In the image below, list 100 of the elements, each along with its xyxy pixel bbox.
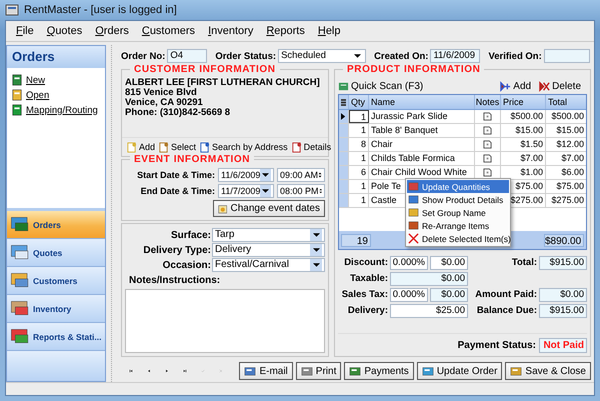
input-field[interactable]: $0.00	[430, 256, 468, 270]
column-header[interactable]: Price	[501, 95, 546, 109]
toolbar-button[interactable]: Add	[513, 80, 532, 92]
table-cell-text: $275.00	[550, 194, 585, 207]
action-button[interactable]: Save & Close	[505, 362, 591, 380]
table-cell-text: $15.00	[555, 124, 585, 137]
table-cell: 1	[349, 124, 369, 137]
input-field: $0.00	[430, 288, 468, 302]
toolbar-button[interactable]: Select	[171, 142, 196, 152]
context-menu-item[interactable]: Delete Selected Item(s)	[407, 232, 509, 245]
sidebar-overflow-button[interactable]	[7, 351, 105, 381]
dropdown-arrow-icon	[312, 263, 320, 267]
field-label: Order No:	[121, 50, 166, 62]
input-field[interactable]: 0.000%	[390, 288, 428, 302]
menu-item[interactable]: Quotes	[46, 25, 82, 37]
quantity-total: 19	[341, 234, 371, 246]
change-dates-button[interactable]: Change event dates	[213, 200, 325, 217]
input-field[interactable]: 11/6/2009	[430, 49, 480, 63]
customer-detail: Phone: (310)842-5669 8	[125, 108, 232, 118]
quick-scan-button[interactable]: Quick Scan (F3)	[351, 80, 424, 92]
payment-status-field: Not Paid	[539, 338, 587, 353]
input-field[interactable]: $25.00	[390, 304, 468, 318]
input-field[interactable]	[544, 49, 590, 63]
sidebar-nav-button[interactable]: Customers	[7, 267, 105, 295]
dropdown-arrow-icon	[262, 173, 270, 177]
grid-total: $890.00	[544, 234, 584, 246]
action-button[interactable]: Update Order	[416, 362, 502, 380]
field-label: Verified On:	[488, 50, 542, 62]
section-title: EVENT INFORMATION	[130, 154, 254, 165]
section-title: PRODUCT INFORMATION	[343, 64, 484, 75]
menu-item[interactable]: Help	[318, 25, 340, 37]
sidebar-action[interactable]: Open	[26, 90, 50, 100]
date-picker[interactable]: 11/6/2009	[218, 168, 274, 182]
sidebar-nav-button[interactable]: Orders	[7, 211, 105, 239]
sidebar-action[interactable]: Mapping/Routing	[26, 104, 98, 116]
context-menu-item[interactable]: Set Group Name	[407, 206, 509, 219]
customer-detail: 815 Venice Blvd	[125, 88, 198, 98]
app-icon	[5, 3, 19, 17]
note-icon[interactable]	[483, 140, 492, 149]
dropdown-field[interactable]: Tarp	[212, 228, 325, 242]
customer-detail: ALBERT LEE [FIRST LUTHERAN CHURCH]	[125, 78, 321, 88]
note-icon[interactable]	[483, 168, 492, 177]
field-label: Delivery Type:	[143, 244, 211, 256]
menu-item[interactable]: File	[16, 25, 34, 37]
delete-icon	[408, 233, 419, 244]
input-field: $915.00	[539, 256, 587, 270]
input-field: $0.00	[539, 288, 587, 302]
row-indicator[interactable]	[339, 110, 349, 123]
menu-item[interactable]: Orders	[95, 25, 129, 37]
toolbar-button[interactable]: Delete	[552, 80, 581, 92]
inventory-icon	[9, 299, 31, 318]
table-cell-text: $12.00	[555, 138, 585, 151]
customers-icon	[9, 271, 31, 290]
table-cell: Jurassic Park Slide	[369, 110, 475, 123]
table-cell: 1	[349, 194, 369, 207]
column-header[interactable]: Total	[546, 95, 586, 109]
action-button[interactable]: E-mail	[239, 362, 293, 380]
note-icon[interactable]	[483, 126, 492, 135]
time-spinner[interactable]: 08:00 PM	[277, 184, 325, 198]
sidebar-nav-button[interactable]: Quotes	[7, 239, 105, 267]
dropdown-arrow-icon	[262, 189, 270, 193]
input-field[interactable]: 0.000%	[390, 256, 428, 270]
action-button[interactable]: Print	[296, 362, 342, 380]
dropdown-field[interactable]: Delivery	[212, 243, 325, 257]
context-menu-item[interactable]: Update Quantities	[407, 180, 509, 193]
note-icon[interactable]	[483, 112, 492, 121]
toolbar-button[interactable]: Search by Address	[212, 142, 288, 152]
action-button[interactable]: Payments	[344, 362, 414, 380]
context-menu-item[interactable]: Re-Arrange Items	[407, 219, 509, 232]
menu-item[interactable]: Reports	[266, 25, 305, 37]
table-cell-text: $500.00	[550, 110, 585, 123]
field-label: Sales Tax:	[340, 289, 388, 300]
delete-icon	[539, 80, 550, 92]
status-dropdown[interactable]: Scheduled	[278, 49, 366, 63]
toolbar-button[interactable]: Add	[139, 142, 156, 152]
date-picker[interactable]: 11/7/2009	[218, 184, 274, 198]
input-field[interactable]: O4	[167, 49, 208, 63]
field-label: Discount:	[343, 257, 388, 268]
table-cell: $1.50	[501, 138, 546, 151]
sidebar-action[interactable]: New	[26, 74, 46, 86]
sidebar-nav-button[interactable]: Reports & Stati...	[7, 323, 105, 351]
table-cell: Chair	[369, 138, 475, 151]
dropdown-field[interactable]: Festival/Carnival	[212, 258, 325, 272]
table-cell: 1	[349, 152, 369, 165]
dropdown-arrow-icon	[312, 248, 320, 252]
column-header[interactable]: Notes	[475, 95, 501, 109]
column-header[interactable]: Name	[369, 95, 475, 109]
add-icon	[500, 80, 512, 92]
menu-item[interactable]: Customers	[142, 25, 196, 37]
menu-item[interactable]: Inventory	[208, 25, 254, 37]
note-icon[interactable]	[483, 154, 492, 163]
column-header[interactable]: Qty	[349, 95, 369, 109]
time-spinner[interactable]: 09:00 AM	[277, 168, 325, 182]
field-label: Amount Paid:	[475, 289, 537, 300]
orders-icon	[9, 215, 31, 234]
toolbar-button[interactable]: Details	[304, 142, 332, 152]
notes-field[interactable]	[125, 289, 325, 353]
table-cell: 8	[349, 138, 369, 151]
sidebar-nav-button[interactable]: Inventory	[7, 295, 105, 323]
field-label: Created On:	[374, 50, 428, 62]
